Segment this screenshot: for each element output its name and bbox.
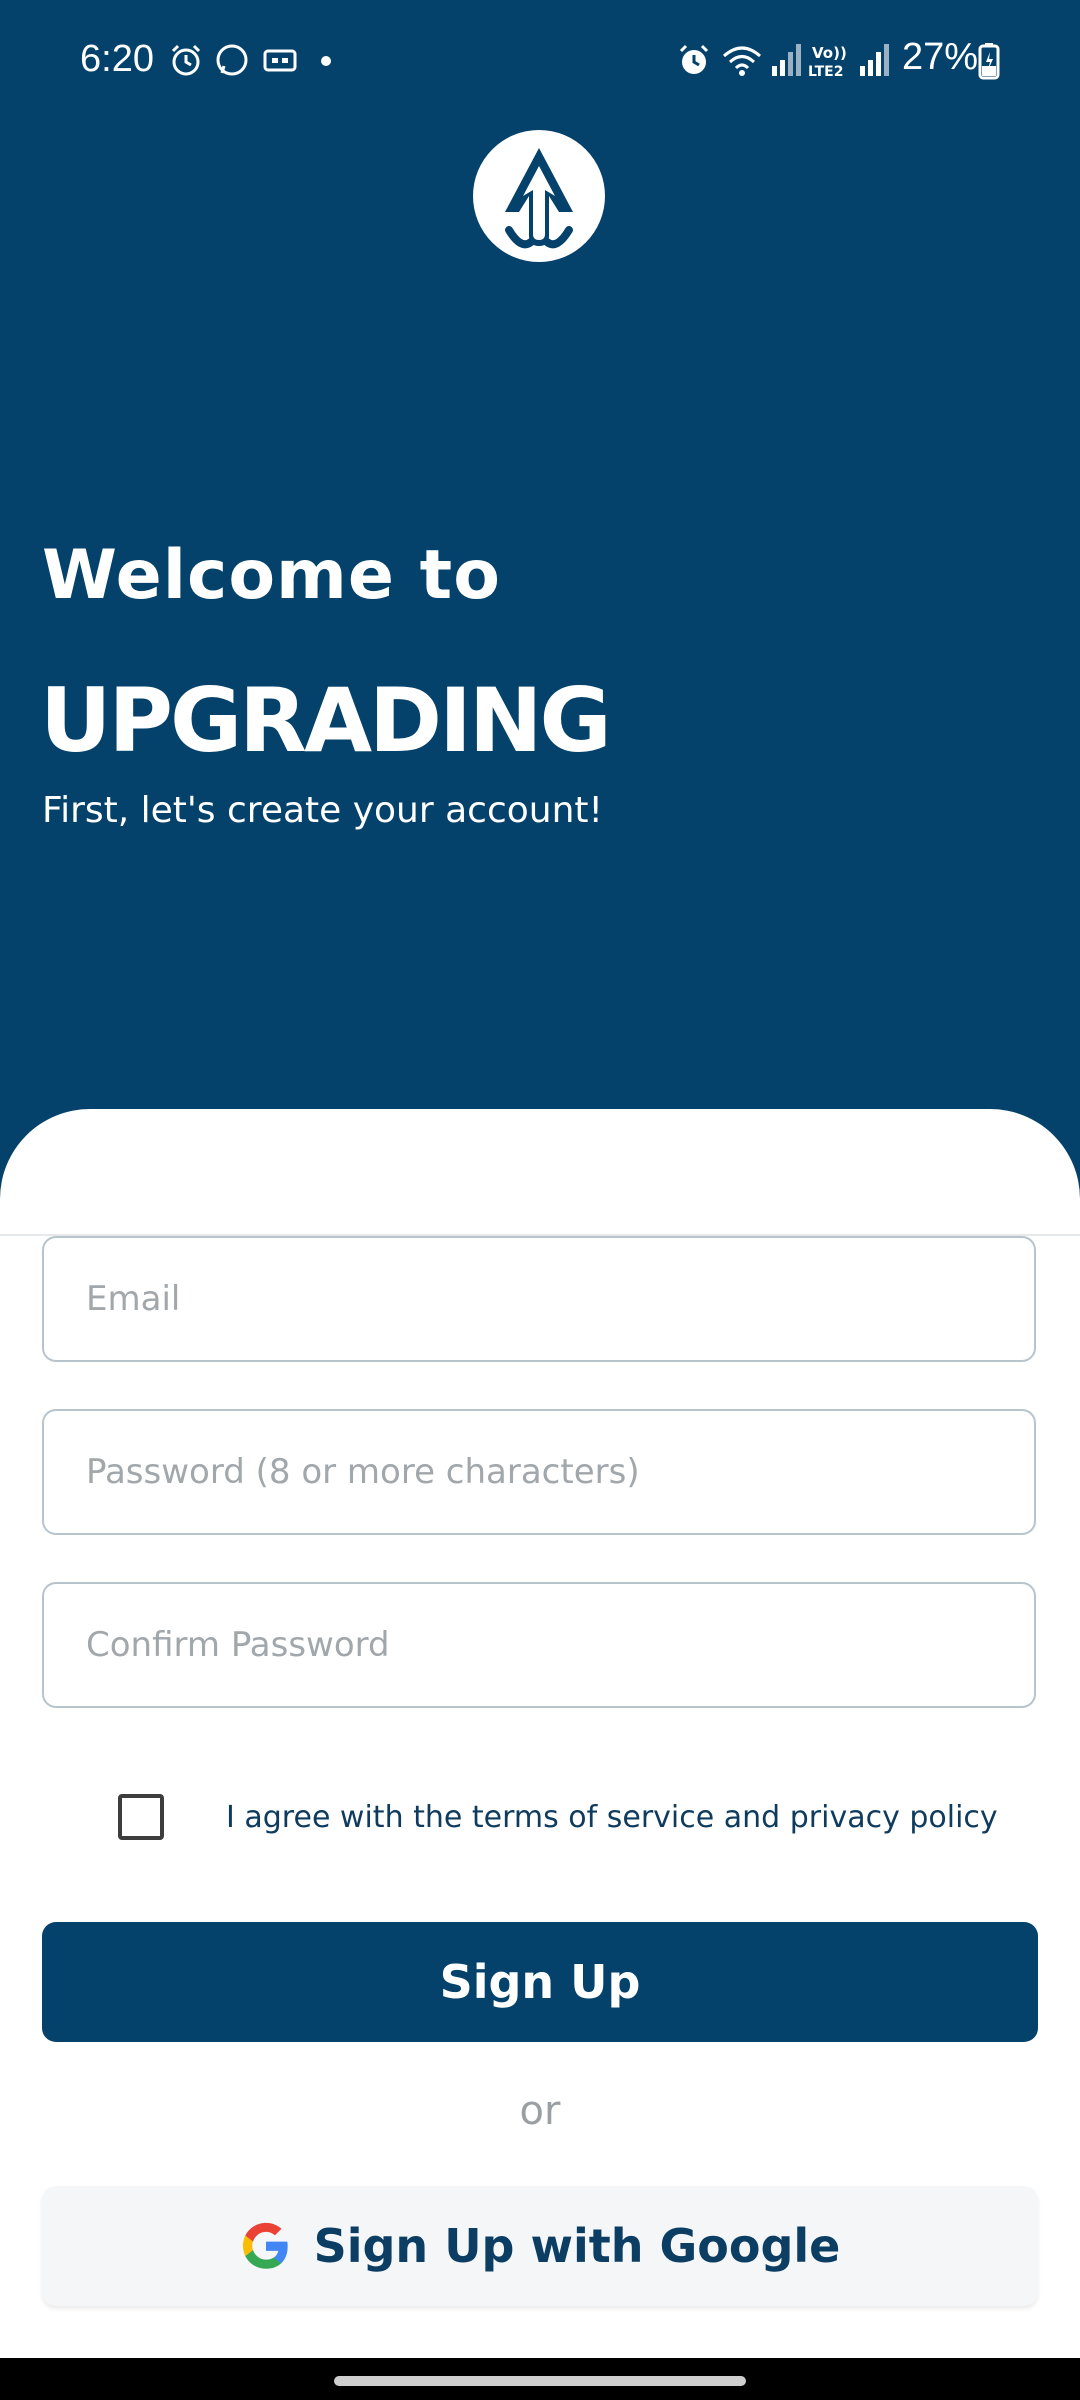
form-card (0, 1109, 1080, 1235)
confirm-password-input[interactable] (44, 1584, 1034, 1706)
confirm-password-field[interactable] (42, 1582, 1036, 1708)
volte-icon: Vo)) LTE2 (808, 44, 847, 80)
svg-text:LTE2: LTE2 (808, 64, 843, 80)
google-icon (242, 2222, 288, 2269)
brand-wordmark: UPGRADING (40, 669, 612, 772)
signal-icon (772, 44, 801, 76)
status-bar: 6:20 Vo)) LTE2 27% (0, 0, 1080, 120)
wifi-icon (723, 46, 761, 76)
whatsapp-icon (216, 44, 248, 76)
battery-percent: 27% (902, 36, 979, 78)
sign-up-label: Sign Up (439, 1955, 641, 2009)
google-sign-up-button[interactable]: Sign Up with Google (42, 2186, 1038, 2306)
password-input[interactable] (44, 1411, 1034, 1533)
dot-icon (321, 56, 331, 66)
svg-text:Vo)): Vo)) (812, 44, 847, 62)
logo-arrow-icon (505, 148, 573, 249)
sign-up-button[interactable]: Sign Up (42, 1922, 1038, 2042)
app-logo (473, 130, 605, 262)
notification-icon (263, 49, 297, 72)
or-separator: or (519, 2088, 561, 2134)
email-field[interactable] (42, 1236, 1036, 1362)
status-time: 6:20 (80, 38, 154, 80)
home-gesture-handle[interactable] (334, 2376, 746, 2386)
signal-icon (860, 44, 889, 76)
terms-label[interactable]: I agree with the terms of service and pr… (226, 1800, 998, 1835)
welcome-heading: Welcome to (42, 536, 501, 615)
hero-subtitle: First, let's create your account! (42, 790, 603, 831)
password-field[interactable] (42, 1409, 1036, 1535)
email-input[interactable] (44, 1238, 1034, 1360)
alarm-icon (679, 44, 709, 74)
google-sign-up-label: Sign Up with Google (313, 2219, 841, 2273)
battery-icon (978, 43, 1000, 80)
alarm-icon (171, 44, 201, 76)
terms-checkbox[interactable] (118, 1794, 164, 1840)
